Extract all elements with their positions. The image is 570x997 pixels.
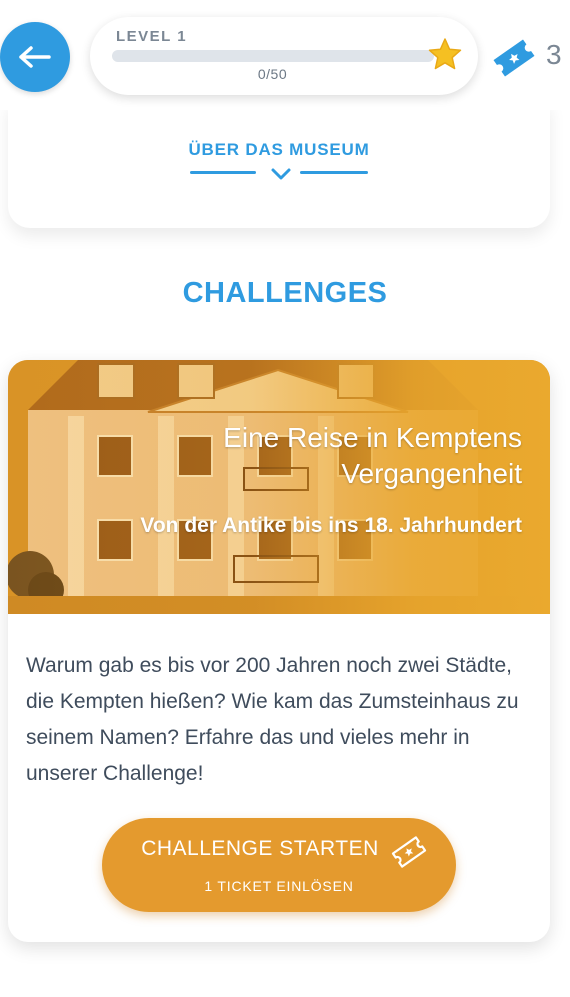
back-button[interactable] (0, 22, 70, 92)
challenge-card[interactable]: Eine Reise in Kemptens Vergangenheit Von… (8, 360, 550, 942)
ticket-icon (391, 836, 427, 868)
divider-right (300, 171, 368, 174)
ticket-icon[interactable] (490, 36, 538, 80)
challenge-description: Warum gab es bis vor 200 Jahren noch zwe… (26, 654, 519, 785)
challenge-subtitle: Von der Antike bis ins 18. Jahrhundert (140, 514, 522, 537)
challenge-title: Eine Reise in Kemptens Vergangenheit (223, 422, 522, 489)
level-progress-pill[interactable]: LEVEL 1 0/50 (90, 17, 478, 95)
chevron-down-icon[interactable] (270, 166, 292, 182)
ticket-count: 3 (546, 39, 562, 70)
about-museum-link[interactable]: ÜBER DAS MUSEUM (8, 140, 550, 160)
divider-left (190, 171, 256, 174)
level-progress-bar (112, 50, 434, 62)
start-challenge-button[interactable]: CHALLENGE STARTEN 1 TICKET EINLÖSEN (102, 818, 456, 912)
challenge-hero-image: Eine Reise in Kemptens Vergangenheit Von… (8, 360, 550, 614)
top-bar: LEVEL 1 0/50 3 (0, 0, 570, 110)
start-challenge-sublabel: 1 TICKET EINLÖSEN (204, 878, 354, 894)
level-progress-text: 0/50 (257, 66, 288, 82)
star-icon (428, 38, 462, 70)
arrow-left-icon (19, 46, 51, 68)
level-label: LEVEL 1 (116, 28, 188, 45)
museum-info-card: ÜBER DAS MUSEUM (8, 100, 550, 228)
section-title: CHALLENGES (182, 277, 388, 309)
